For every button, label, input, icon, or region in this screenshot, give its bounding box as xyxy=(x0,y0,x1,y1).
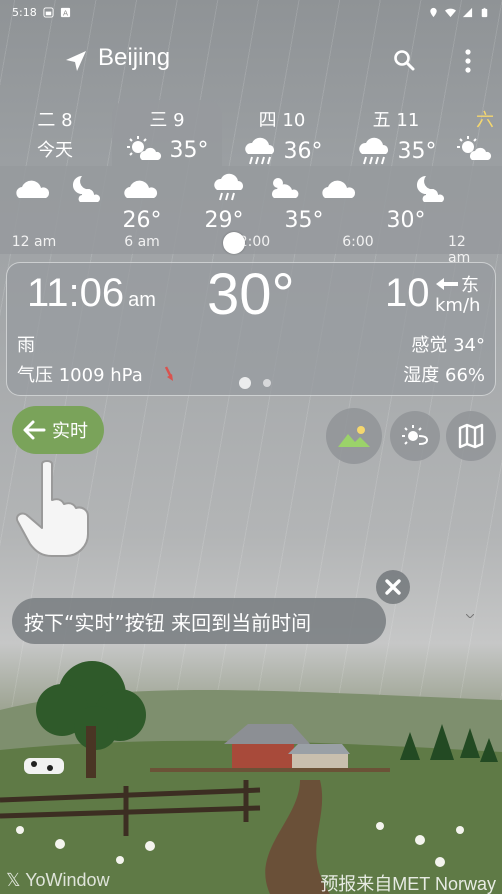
live-button[interactable]: 实时 xyxy=(12,406,104,454)
time-value: 11:06 xyxy=(27,271,125,315)
page-dot xyxy=(263,379,271,387)
pressure: 气压 1009 hPa xyxy=(17,365,143,386)
day-temp: 36° xyxy=(283,138,323,164)
time-ampm: am xyxy=(128,289,156,311)
status-bar: 5:18 A xyxy=(0,0,502,24)
day-name: 三 9 xyxy=(112,106,222,132)
app-notification-icon: A xyxy=(60,7,70,17)
landscape-icon xyxy=(338,426,370,447)
hourly-temp: 30° xyxy=(386,208,426,233)
pressure-trend-icon xyxy=(164,366,173,381)
city-name[interactable]: Beijing xyxy=(98,44,170,72)
header: Beijing xyxy=(0,40,502,80)
day-tabs: 二 8 今天 三 9 35° 四 10 36° 五 11 35° 六 xyxy=(0,100,502,166)
tap-hand-icon xyxy=(16,460,89,557)
hourly-temp: 29° xyxy=(204,208,244,233)
wind-arrow-icon xyxy=(436,278,458,290)
more-menu-icon[interactable] xyxy=(458,48,478,74)
hourly-time: 6:00 xyxy=(342,234,374,250)
today-label: 今天 xyxy=(37,140,73,161)
hint-text: 按下“实时”按钮 来回到当前时间 xyxy=(24,610,312,635)
map-icon xyxy=(458,423,484,449)
day-temp: 35° xyxy=(397,138,437,164)
map-button[interactable] xyxy=(446,411,496,461)
day-weekday: 四 xyxy=(258,110,277,131)
scroll-hint-icon xyxy=(466,614,474,618)
landscape-button[interactable] xyxy=(326,408,382,464)
cloud-icon xyxy=(16,180,50,198)
feels-like: 感觉 34° xyxy=(411,335,485,356)
page-dot-active xyxy=(239,377,251,389)
wind-unit: km/h xyxy=(435,295,481,316)
rain-cloud-icon xyxy=(358,137,388,165)
sun-cloud-icon xyxy=(457,136,492,160)
tab-day[interactable]: 四 10 36° xyxy=(232,100,332,166)
hourly-temp: 26° xyxy=(122,208,162,233)
wind-direction: 东 xyxy=(435,271,479,297)
day-name: 二 8 xyxy=(20,106,90,132)
sun-cloud-icon xyxy=(272,178,299,198)
hourly-temp: 35° xyxy=(284,208,324,233)
day-date: 9 xyxy=(173,110,185,131)
rain-cloud-icon xyxy=(214,173,243,201)
status-time: 5:18 xyxy=(12,5,37,19)
current-conditions-panel[interactable]: 11:06 am 30° 10 东 km/h 雨 气压 1009 hPa 感觉 3… xyxy=(6,262,496,396)
tab-day-today[interactable]: 二 8 今天 xyxy=(20,100,90,166)
moon-cloud-icon xyxy=(72,175,101,202)
day-temp: 35° xyxy=(169,137,209,163)
live-button-label: 实时 xyxy=(52,421,88,442)
wind-direction-label: 东 xyxy=(461,275,479,296)
moon-cloud-icon xyxy=(416,175,445,202)
sun-cloud-icon xyxy=(126,136,161,160)
current-time: 11:06 am xyxy=(27,271,156,316)
signal-icon xyxy=(43,6,54,18)
hourly-time: 6 am xyxy=(124,234,160,250)
close-icon xyxy=(385,579,401,595)
weather-radar-button[interactable] xyxy=(390,411,440,461)
search-icon[interactable] xyxy=(392,48,416,72)
tab-day[interactable]: 五 11 35° xyxy=(346,100,446,166)
hint-tooltip: 按下“实时”按钮 来回到当前时间 xyxy=(12,598,386,644)
brand-credit[interactable]: 𝕏 YoWindow xyxy=(6,870,110,891)
cloud-icon xyxy=(322,180,356,198)
day-date: 8 xyxy=(61,110,73,131)
page-indicator xyxy=(239,377,271,389)
rain-cloud-icon xyxy=(244,137,274,165)
day-weekday: 五 xyxy=(372,110,391,131)
landscape-illustration xyxy=(0,661,502,894)
location-pin-icon xyxy=(430,7,437,17)
brand-name: YoWindow xyxy=(25,870,110,890)
tab-day-selected[interactable]: 三 9 35° xyxy=(112,100,222,166)
hourly-forecast[interactable]: 26° 29° 35° 30° 12 am 6 am 12:00 6:00 12… xyxy=(0,166,502,266)
day-weekday: 二 xyxy=(37,110,56,131)
cloud-icon xyxy=(124,180,158,198)
day-date: 11 xyxy=(396,110,420,131)
sun-wind-icon xyxy=(402,425,429,445)
wifi-icon xyxy=(445,8,456,17)
x-logo-icon: 𝕏 xyxy=(6,870,26,890)
close-hint-button[interactable] xyxy=(376,570,410,604)
humidity: 湿度 66% xyxy=(403,365,485,386)
current-temperature: 30° xyxy=(207,262,295,327)
svg-text:A: A xyxy=(63,8,68,17)
battery-icon xyxy=(481,7,488,17)
hourly-time: 12 am xyxy=(11,234,57,250)
day-name: 四 10 xyxy=(232,106,332,132)
day-weekday: 六 xyxy=(476,110,494,131)
back-arrow-icon xyxy=(23,420,46,440)
day-name: 五 11 xyxy=(346,106,446,132)
tab-day-partial[interactable]: 六 xyxy=(456,100,502,166)
navigation-arrow-icon[interactable] xyxy=(64,50,88,72)
timeline-scrubber-handle[interactable] xyxy=(223,232,245,254)
day-weekday: 三 xyxy=(149,110,168,131)
day-date: 10 xyxy=(282,110,306,131)
forecast-source[interactable]: 预报来自MET Norway xyxy=(320,870,496,894)
weather-condition: 雨 xyxy=(17,335,35,356)
wind-speed: 10 xyxy=(385,271,430,315)
cell-signal-icon xyxy=(462,7,473,17)
